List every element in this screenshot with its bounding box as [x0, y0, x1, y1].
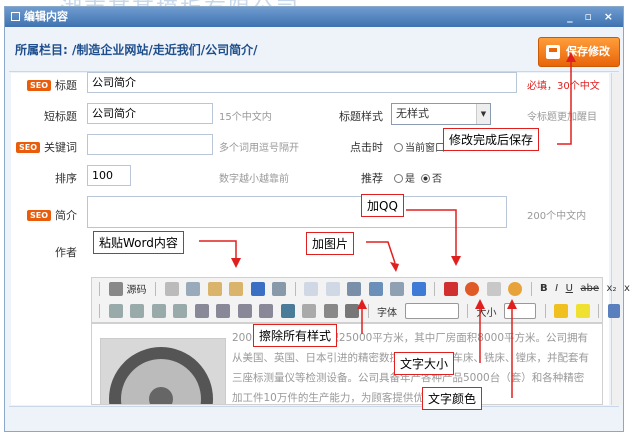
arrow-image	[366, 241, 396, 264]
arrow-save	[557, 60, 572, 145]
arrowhead	[475, 299, 485, 309]
arrowhead	[357, 299, 367, 309]
arrowhead	[231, 258, 241, 268]
arrowhead	[451, 256, 461, 266]
annotation-arrows	[199, 52, 576, 398]
arrowhead	[390, 262, 399, 272]
arrowhead	[507, 299, 517, 309]
arrow-paste-word	[199, 240, 237, 259]
arrowhead	[566, 52, 576, 62]
arrow-qq	[406, 209, 457, 256]
